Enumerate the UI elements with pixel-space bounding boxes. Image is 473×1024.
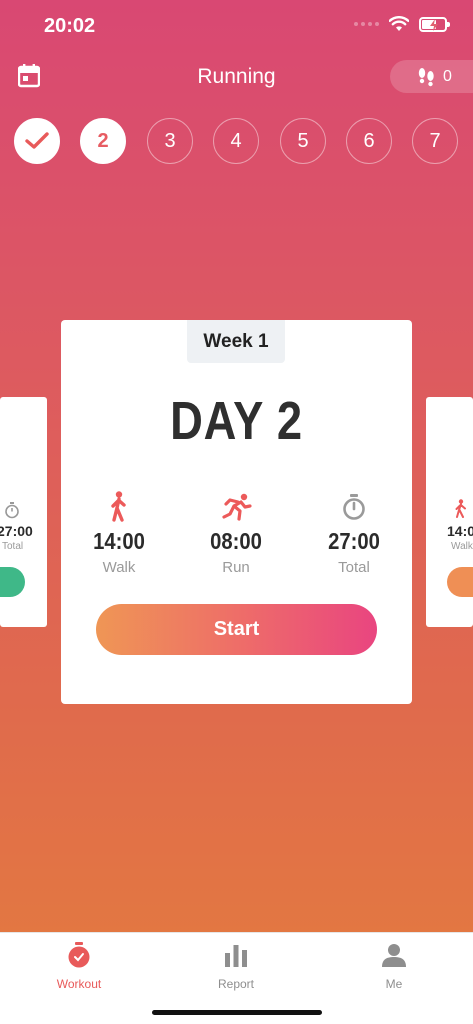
total-stat: 27:00 Total [304,490,404,576]
run-icon [222,493,252,521]
previous-day-card[interactable]: 27:00 Total [0,397,47,627]
day-2-button[interactable]: 2 [80,118,126,164]
nav-label-me: Me [385,977,403,991]
next-day-walk-value: 14:00 [447,523,473,539]
day-4-button[interactable]: 4 [213,118,259,164]
nav-label-report: Report [217,977,255,991]
week-label: Week 1 [187,320,285,363]
battery-icon [419,16,450,32]
total-label: Total [338,559,370,576]
stopwatch-icon [5,502,19,519]
steps-counter-button[interactable]: 0 [390,60,473,93]
day-3-button[interactable]: 3 [147,118,193,164]
next-day-walk-label: Walk [451,541,473,552]
walk-label: Walk [102,559,136,576]
checkmark-icon [25,132,49,149]
workout-icon [68,942,90,968]
nav-tab-workout[interactable]: Workout [29,941,129,991]
next-day-button[interactable] [447,567,473,597]
me-icon [382,944,406,967]
home-indicator[interactable] [152,1010,322,1015]
nav-label-workout: Workout [56,977,102,991]
start-button[interactable]: Start [96,604,377,655]
day-6-button[interactable]: 6 [346,118,392,164]
signal-icon [354,22,379,26]
nav-tab-report[interactable]: Report [186,941,286,991]
status-bar: 20:02 [0,0,473,56]
nav-tab-me[interactable]: Me [344,941,444,991]
previous-day-total-value: 27:00 [0,523,33,539]
walk-icon [455,499,466,518]
day-1-completed[interactable] [14,118,60,164]
report-icon [225,945,247,967]
day-7-button[interactable]: 7 [412,118,458,164]
run-stat: 08:00 Run [186,490,286,576]
walk-stat: 14:00 Walk [69,490,169,576]
day-5-button[interactable]: 5 [280,118,326,164]
total-time-value: 27:00 [328,528,380,554]
status-time: 20:02 [44,15,96,37]
workout-card: Week 1 DAY 2 14:00 Walk 08:00 Run 27:00 … [61,320,412,704]
previous-day-button[interactable] [0,567,25,597]
run-label: Run [222,559,250,576]
day-title: DAY 2 [170,391,303,451]
next-day-card[interactable]: 14:00 Walk [426,397,473,627]
wifi-icon [389,16,409,31]
status-indicators [354,16,450,32]
previous-day-total-label: Total [2,541,24,552]
walk-icon [111,491,126,522]
app-header: Running 0 [0,56,473,100]
day-selector: 2 3 4 5 6 7 [14,118,473,166]
steps-count: 0 [443,67,452,85]
walk-time-value: 14:00 [93,528,145,554]
run-time-value: 08:00 [210,528,262,554]
footprints-icon [418,67,434,86]
stopwatch-icon [343,494,365,520]
